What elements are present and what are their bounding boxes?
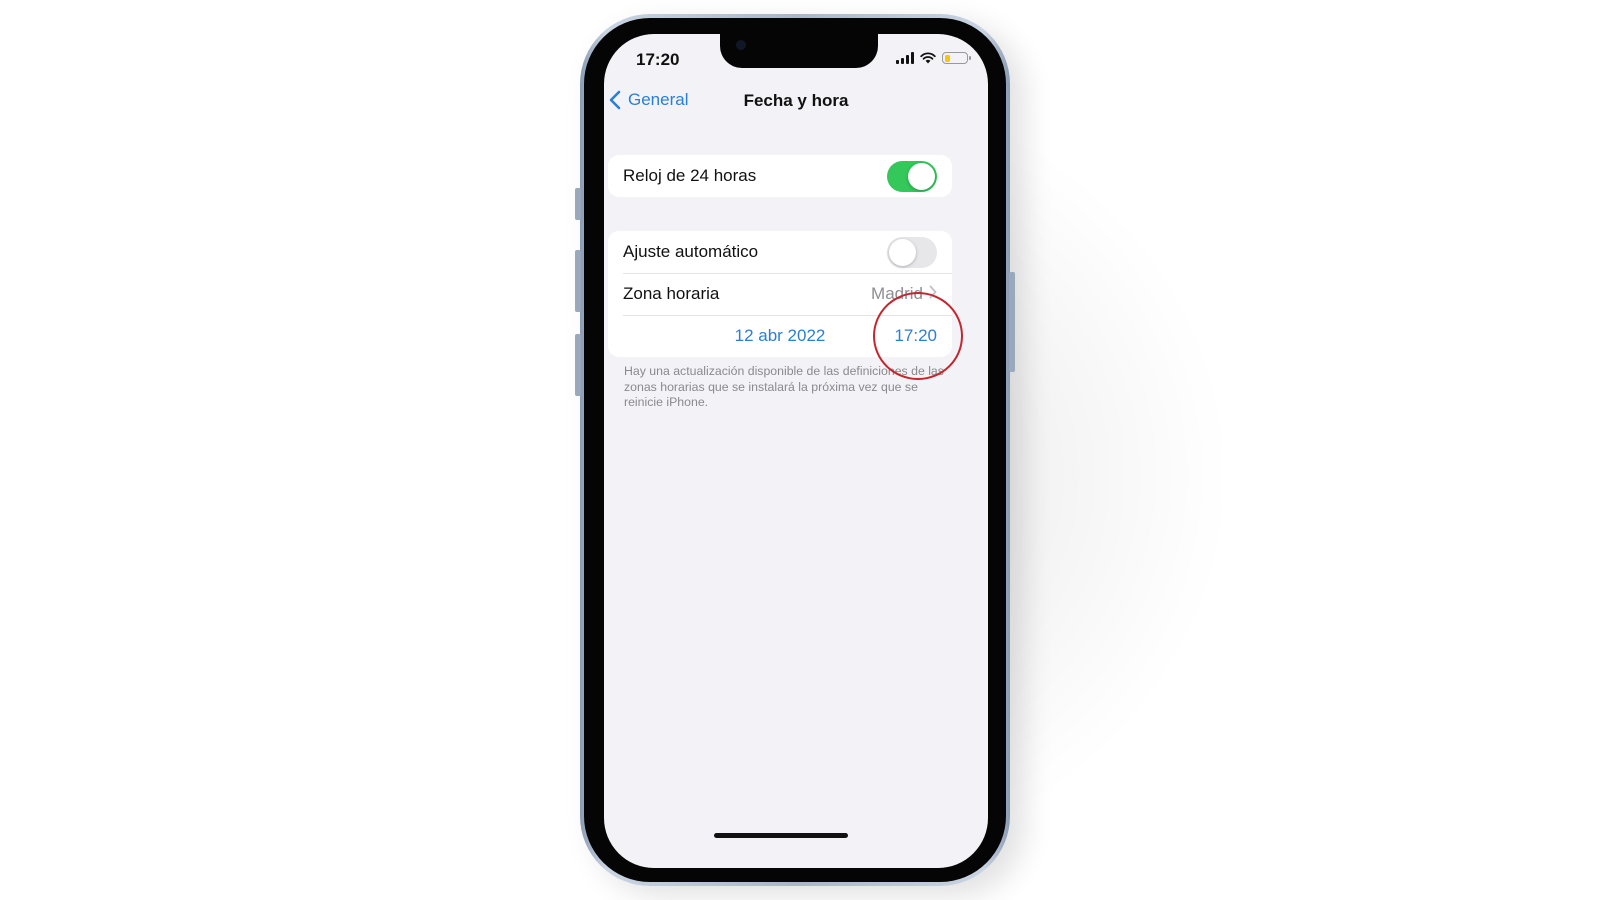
row-label: Zona horaria — [623, 284, 720, 303]
cellular-signal-icon — [896, 52, 914, 64]
volume-down-button — [575, 334, 581, 396]
toggle-knob — [889, 238, 916, 266]
settings-group-datetime: Ajuste automático Zona horaria Madrid 12… — [608, 231, 952, 357]
row-24-hour-clock: Reloj de 24 horas — [608, 155, 952, 197]
row-date-time: 12 abr 2022 17:20 — [608, 315, 952, 357]
time-zone-value: Madrid — [871, 284, 923, 303]
row-auto-set: Ajuste automático — [608, 231, 952, 273]
silent-switch — [575, 188, 581, 220]
settings-group-clock: Reloj de 24 horas — [608, 155, 952, 197]
battery-level — [944, 54, 950, 62]
status-bar-icons — [896, 52, 971, 64]
toggle-24-hour-clock[interactable] — [887, 160, 937, 192]
home-indicator[interactable] — [714, 833, 848, 838]
toggle-auto-set[interactable] — [887, 236, 937, 268]
navigation-bar: General Fecha y hora — [604, 89, 988, 113]
time-zone-value-wrap: Madrid — [871, 284, 937, 304]
front-camera — [736, 40, 746, 50]
wifi-icon — [920, 52, 936, 64]
footnote-text: Hay una actualización disponible de las … — [624, 364, 944, 409]
time-picker-button[interactable]: 17:20 — [894, 326, 937, 346]
phone-screen: 17:20 General Fecha y hora Reloj de 24 h… — [604, 34, 988, 868]
volume-up-button — [575, 250, 581, 312]
battery-low-icon — [942, 52, 971, 64]
page-title: Fecha y hora — [743, 91, 849, 110]
toggle-knob — [908, 162, 935, 190]
notch — [720, 34, 878, 68]
row-label: Reloj de 24 horas — [623, 166, 757, 185]
row-time-zone[interactable]: Zona horaria Madrid — [608, 273, 952, 315]
row-label: Ajuste automático — [623, 242, 759, 261]
status-bar-time: 17:20 — [636, 50, 680, 69]
power-button — [1009, 272, 1015, 372]
chevron-right-icon — [929, 285, 937, 304]
